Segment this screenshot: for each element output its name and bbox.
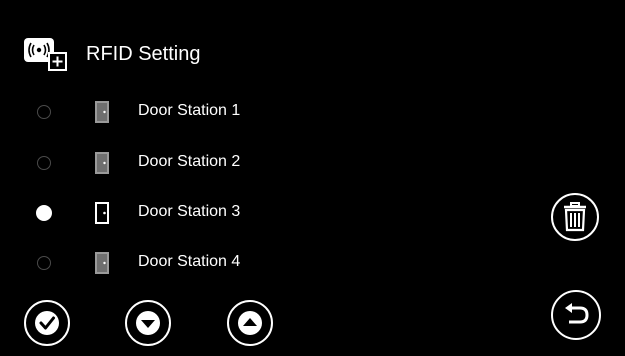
door-icon xyxy=(95,101,109,123)
list-item-door-station-1[interactable]: Door Station 1 xyxy=(0,92,460,132)
rfid-add-icon xyxy=(22,36,68,72)
list-item-door-station-3[interactable]: Door Station 3 xyxy=(0,193,460,233)
radio-button[interactable] xyxy=(37,156,51,170)
list-item-door-station-2[interactable]: Door Station 2 xyxy=(0,143,460,183)
arrow-up-icon xyxy=(238,311,262,335)
arrow-down-icon xyxy=(136,311,160,335)
station-label: Door Station 1 xyxy=(138,102,241,119)
station-label: Door Station 2 xyxy=(138,153,241,170)
checkmark-icon xyxy=(35,311,59,335)
header: RFID Setting xyxy=(22,36,200,72)
list-item-door-station-4[interactable]: Door Station 4 xyxy=(0,243,460,283)
door-icon xyxy=(95,202,109,224)
door-icon xyxy=(95,252,109,274)
radio-button[interactable] xyxy=(37,105,51,119)
radio-button[interactable] xyxy=(37,256,51,270)
scroll-down-button[interactable] xyxy=(125,300,171,346)
station-label: Door Station 3 xyxy=(138,203,241,220)
radio-button-selected[interactable] xyxy=(36,205,52,221)
page-title: RFID Setting xyxy=(86,42,201,65)
confirm-button[interactable] xyxy=(24,300,70,346)
trash-icon xyxy=(564,202,586,232)
back-arrow-icon xyxy=(565,303,589,324)
door-icon xyxy=(95,152,109,174)
delete-button[interactable] xyxy=(551,193,599,241)
back-button[interactable] xyxy=(551,290,601,340)
station-label: Door Station 4 xyxy=(138,253,241,270)
scroll-up-button[interactable] xyxy=(227,300,273,346)
